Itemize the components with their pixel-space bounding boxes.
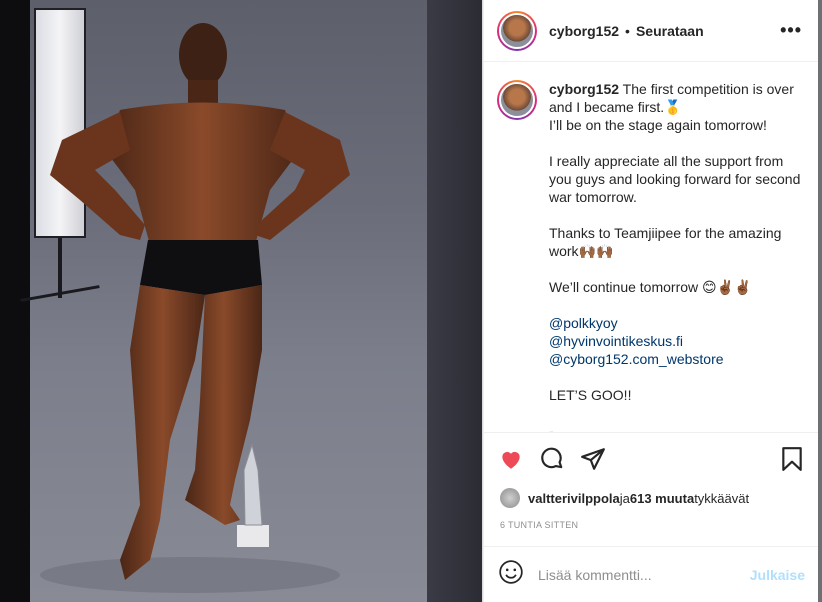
post-header: cyborg152 • Seurataan •••: [484, 0, 818, 62]
mention-link[interactable]: @hyvinvointikeskus.fi: [549, 332, 802, 350]
caption-scroll-area[interactable]: cyborg152 The first competition is over …: [484, 62, 818, 432]
caption-line: I’ll be on the stage again tomorrow!: [549, 117, 767, 133]
window-edge: [818, 0, 822, 602]
caption-line: Thanks to Teamjiipee for the amazing wor…: [549, 225, 786, 259]
likes-count-link[interactable]: 613 muuta: [630, 491, 694, 506]
mention-link[interactable]: @cyborg152.com_webstore: [549, 350, 802, 368]
header-username[interactable]: cyborg152: [549, 23, 619, 39]
caption-username[interactable]: cyborg152: [549, 81, 619, 97]
post-comment-button[interactable]: Julkaise: [750, 567, 805, 583]
action-bar: [484, 432, 819, 484]
likes-summary: valtterivilppola ja 613 muuta tykkäävät: [500, 488, 749, 508]
emoji-icon[interactable]: [498, 559, 524, 590]
likes-connector: ja: [619, 490, 630, 506]
caption-line: LET’S GOO!!: [549, 387, 632, 403]
profile-avatar[interactable]: [497, 10, 537, 51]
liker-avatar[interactable]: [500, 488, 520, 508]
bodybuilder-figure: [40, 23, 350, 593]
more-options-icon[interactable]: •••: [780, 20, 802, 41]
caption-avatar[interactable]: [497, 80, 537, 120]
bookmark-icon[interactable]: [779, 446, 805, 472]
post-timestamp[interactable]: 6 TUNTIA SITTEN: [500, 520, 578, 530]
likes-suffix: tykkäävät: [694, 490, 750, 506]
caption-line: -: [549, 423, 554, 432]
heart-icon[interactable]: [498, 446, 524, 472]
caption-line: I really appreciate all the support from…: [549, 153, 805, 205]
follow-status-button[interactable]: Seurataan: [636, 23, 704, 39]
liker-username[interactable]: valtterivilppola: [528, 491, 620, 506]
separator-dot: •: [625, 22, 630, 39]
post-photo[interactable]: [0, 0, 483, 602]
comment-bar: Julkaise: [484, 546, 819, 602]
caption-text: cyborg152 The first competition is over …: [549, 80, 802, 432]
caption-line: We’ll continue tomorrow 😊✌🏾✌🏾: [549, 279, 752, 295]
post-details-panel: cyborg152 • Seurataan ••• cyborg152 The …: [483, 0, 819, 602]
share-icon[interactable]: [580, 446, 606, 472]
comment-icon[interactable]: [539, 446, 565, 472]
mention-link[interactable]: @polkkyoy: [549, 314, 802, 332]
comment-input[interactable]: [538, 566, 750, 583]
